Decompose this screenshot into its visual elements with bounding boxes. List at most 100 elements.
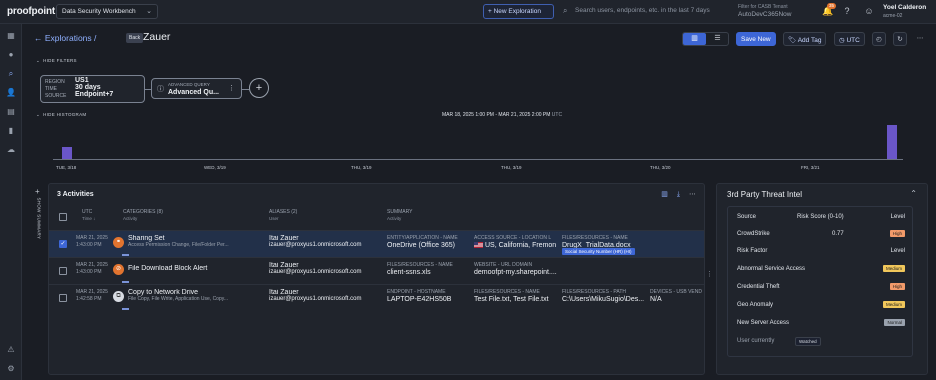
region-label: REGION [45, 79, 65, 85]
chevron-up-icon[interactable]: ⌃ [910, 189, 917, 198]
table-row[interactable]: MAR 21, 2025 1:42:58 PM ⧉ Copy to Network… [49, 284, 704, 311]
top-bar: proofpoint Data Security Workbench ⌄ + N… [0, 0, 936, 24]
row-checkbox[interactable] [59, 294, 67, 302]
hide-filters-toggle[interactable]: ⌄ HIDE FILTERS [36, 58, 77, 64]
activities-toolbar: ▥ ⤓ ⋯ [652, 190, 696, 199]
info-icon: ⓘ [157, 86, 164, 93]
col-header-categories[interactable]: CATEGORIES (8) Activity [123, 209, 163, 222]
brand-logo[interactable]: proofpoint [7, 6, 55, 17]
save-new-button[interactable]: Save New [736, 32, 776, 46]
level-badge: High [889, 230, 905, 237]
ti-user-status-row: User currently Watched [737, 335, 905, 349]
row-marker [122, 254, 129, 256]
list-view-icon[interactable]: ☰ [706, 33, 729, 45]
source-value: Endpoint+7 [75, 91, 114, 98]
row-summary-1: FILES/RESOURCES - NAME client-ssns.xls [387, 262, 453, 276]
more-vertical-icon[interactable]: ⋮ [228, 84, 235, 92]
help-icon[interactable]: ? [841, 5, 853, 17]
alert-icon[interactable]: ● [5, 49, 17, 61]
advanced-query-value: Advanced Qu... [168, 89, 219, 96]
filter-summary-card[interactable]: REGION US1 TIME 30 days SOURCE Endpoint+… [40, 75, 145, 103]
tenant-filter-label: Filter for CASB Tenant [738, 4, 788, 10]
classifier-tag[interactable]: Social Security Number (HR) (HI) [562, 248, 635, 255]
histogram: MAR 18, 2025 1:00 PM - MAR 21, 2025 2:00… [40, 110, 920, 176]
histogram-bar[interactable] [887, 125, 897, 159]
search-placeholder: Search users, endpoints, etc. in the las… [575, 7, 710, 14]
row-checkbox[interactable] [59, 267, 67, 275]
sharing-icon: ⚭ [113, 237, 124, 248]
more-icon[interactable]: ⋯ [689, 191, 696, 198]
col-header-summary[interactable]: SUMMARY Activity [387, 209, 412, 222]
workspace-label: Data Security Workbench [62, 8, 136, 15]
explorations-icon[interactable]: ⌕ [5, 68, 17, 80]
clock-icon[interactable]: ◴ [872, 32, 886, 46]
col-header-aliases[interactable]: ALIASES (2) User [269, 209, 297, 222]
dashboard-icon[interactable]: ▦ [5, 30, 17, 42]
row-summary-2: FILES/RESOURCES - NAME Test File.txt, Tes… [474, 289, 549, 303]
panel-resize-handle[interactable]: ⋮ [706, 270, 713, 278]
add-filter-button[interactable]: + [249, 78, 269, 98]
activities-panel: 3 Activities ▥ ⤓ ⋯ UTC Time ↓ CATEGORIES (8… [48, 183, 705, 375]
histogram-tick: THU, 3/20 [650, 165, 671, 170]
show-summary-tab[interactable]: + SHOW SUMMARY [33, 187, 45, 267]
col-header-time[interactable]: UTC Time ↓ [82, 209, 95, 222]
view-toggle[interactable]: ▥ ☰ [682, 32, 729, 46]
people-icon[interactable]: 👤 [5, 87, 17, 99]
row-summary-2: ACCESS SOURCE - LOCATION L US, California… [474, 235, 557, 249]
histogram-tick: THU, 3/19 [501, 165, 522, 170]
search-input[interactable]: ⌕ Search users, endpoints, etc. in the l… [563, 4, 733, 19]
notification-badge: 35 [827, 3, 837, 9]
level-badge: Medium [882, 265, 905, 272]
more-icon[interactable]: ⋯ [913, 32, 927, 46]
back-tag[interactable]: Back [126, 33, 144, 43]
histogram-axis [53, 159, 903, 160]
ti-crowdstrike-row: CrowdStrike 0.77 High [737, 228, 905, 242]
grid-view-icon[interactable]: ▥ [683, 33, 706, 45]
chevron-down-icon: ⌄ [146, 8, 152, 15]
row-time: MAR 21, 2025 1:42:58 PM [76, 289, 108, 302]
row-user[interactable]: Itai Zauer izauer@proxyus1.onmicrosoft.co… [269, 262, 383, 276]
page-title: Zauer [143, 31, 171, 43]
row-summary-1: ENDPOINT - HOSTNAME LAPTOP-E42HS50B [387, 289, 452, 303]
show-summary-label: SHOW SUMMARY [36, 197, 42, 240]
user-icon[interactable]: ☺ [863, 5, 875, 17]
advanced-query-card[interactable]: ⓘ ADVANCED QUERY Advanced Qu... ⋮ [151, 78, 242, 99]
bell-icon[interactable]: 🔔 35 [822, 3, 837, 17]
tenant-filter-info[interactable]: Filter for CASB Tenant AutoDevC365Now [738, 3, 812, 19]
histogram-tick: THU, 3/19 [351, 165, 372, 170]
timezone-button[interactable]: ◷ UTC [834, 32, 865, 46]
threat-intel-card: Source Risk Score (0-10) Level CrowdStri… [727, 206, 913, 357]
row-marker [122, 308, 129, 310]
settings-icon[interactable]: ⚙ [5, 363, 17, 375]
new-exploration-button[interactable]: + New Exploration [483, 4, 554, 19]
ti-factor-row: Credential Theft High [737, 281, 905, 295]
row-user[interactable]: Itai Zauer izauer@proxyus1.onmicrosoft.co… [269, 235, 383, 249]
row-checkbox[interactable]: ✓ [59, 240, 67, 248]
document-icon[interactable]: ▤ [5, 106, 17, 118]
advanced-query-label: ADVANCED QUERY [168, 82, 210, 87]
cloud-icon[interactable]: ☁ [5, 144, 17, 156]
histogram-bar[interactable] [62, 147, 72, 159]
chart-icon[interactable]: ▮ [5, 125, 17, 137]
row-time: MAR 21, 2025 1:43:00 PM [76, 235, 108, 248]
download-icon[interactable]: ⤓ [677, 191, 680, 198]
workspace-select[interactable]: Data Security Workbench ⌄ [56, 4, 158, 19]
histogram-range: MAR 18, 2025 1:00 PM - MAR 21, 2025 2:00… [442, 112, 563, 118]
watched-badge: Watched [795, 337, 821, 346]
add-tag-button[interactable]: 🏷 Add Tag [783, 32, 827, 46]
table-row[interactable]: MAR 21, 2025 1:43:00 PM ⊘ File Download B… [49, 257, 704, 284]
row-user[interactable]: Itai Zauer izauer@proxyus1.onmicrosoft.co… [269, 289, 383, 303]
refresh-icon[interactable]: ↻ [893, 32, 907, 46]
explorations-breadcrumb[interactable]: ← Explorations / [34, 33, 96, 43]
download-block-icon: ⊘ [113, 264, 124, 275]
tenant-filter-value: AutoDevC365Now [738, 11, 792, 18]
row-time: MAR 21, 2025 1:43:00 PM [76, 262, 108, 275]
ti-factor-header: Risk Factor Level [737, 248, 905, 254]
table-row[interactable]: ✓ MAR 21, 2025 1:43:00 PM ⚭ Sharing Set Ac… [49, 230, 704, 257]
select-all-checkbox[interactable] [59, 213, 67, 221]
ti-factor-row: New Server Access Normal [737, 317, 905, 331]
search-icon: ⌕ [563, 6, 568, 15]
warning-icon[interactable]: ⚠ [5, 344, 17, 356]
user-menu[interactable]: Yoel Calderon acme-02 [883, 4, 926, 20]
columns-icon[interactable]: ▥ [661, 191, 668, 198]
